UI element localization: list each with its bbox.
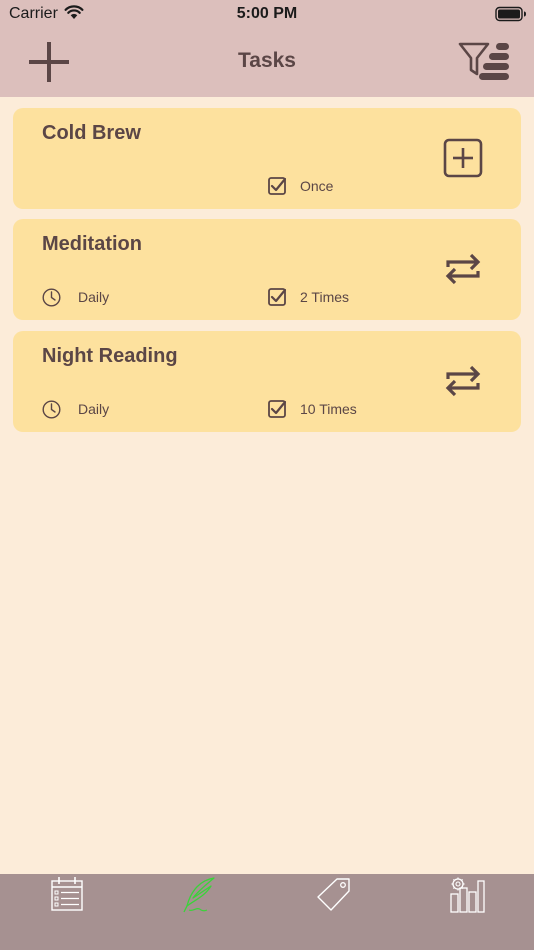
checkbox-icon xyxy=(268,400,286,418)
task-title: Night Reading xyxy=(42,345,178,367)
task-frequency: Daily xyxy=(78,289,110,305)
task-card-meditation[interactable]: Meditation Daily 2 Times xyxy=(13,219,521,320)
checkbox-icon xyxy=(268,177,286,195)
task-count: Once xyxy=(300,178,334,194)
stats-settings-icon xyxy=(449,877,485,913)
page-title: Tasks xyxy=(238,49,296,72)
status-bar: Carrier 5:00 PM xyxy=(0,0,534,28)
task-card-night-reading[interactable]: Night Reading Daily 10 Times xyxy=(13,331,521,432)
repeat-icon[interactable] xyxy=(443,361,483,401)
calendar-list-icon xyxy=(50,877,83,911)
task-card-cold-brew[interactable]: Cold Brew Once xyxy=(13,108,521,209)
filter-sort-icon xyxy=(458,42,509,80)
task-count: 10 Times xyxy=(300,401,357,417)
clock-icon xyxy=(42,400,61,419)
task-count: 2 Times xyxy=(300,289,350,305)
navigation-bar: Carrier 5:00 PM Tasks xyxy=(0,0,534,97)
task-title: Meditation xyxy=(42,233,142,255)
checkbox-icon xyxy=(268,288,286,306)
battery-icon xyxy=(495,6,527,27)
add-square-icon[interactable] xyxy=(443,138,483,178)
status-time: 5:00 PM xyxy=(236,5,298,22)
repeat-icon[interactable] xyxy=(443,249,483,289)
task-frequency: Daily xyxy=(78,401,110,417)
tab-bar xyxy=(0,874,534,950)
clock-icon xyxy=(42,288,61,307)
quill-icon xyxy=(182,877,215,913)
task-title: Cold Brew xyxy=(42,122,141,144)
tag-icon xyxy=(316,878,350,911)
tab-stats[interactable] xyxy=(400,874,533,924)
tab-tasks[interactable] xyxy=(133,874,266,924)
filter-sort-button[interactable] xyxy=(456,40,512,82)
tab-tags[interactable] xyxy=(267,874,400,924)
tab-calendar[interactable] xyxy=(0,874,133,924)
